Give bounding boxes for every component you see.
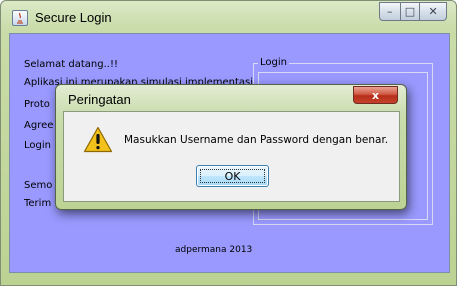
info-line: Proto (24, 99, 50, 110)
warning-icon (83, 126, 113, 153)
close-button[interactable]: ✕ (420, 2, 448, 21)
caption-buttons: – □ ✕ (379, 2, 448, 22)
footer-credit: adpermana 2013 (175, 245, 253, 255)
info-line: Login (24, 140, 51, 151)
dialog-message: Masukkan Username dan Password dengan be… (124, 134, 389, 146)
dialog-close-button[interactable]: x (353, 86, 398, 104)
focus-ring (200, 169, 265, 183)
dialog-title: Peringatan (68, 92, 131, 107)
warning-dialog: Peringatan x Masukkan Username dan Passw… (55, 84, 407, 210)
ok-button[interactable]: OK (196, 165, 269, 187)
info-line: Semo (24, 180, 53, 191)
info-line: Terim (24, 198, 52, 209)
java-app-icon (12, 10, 28, 26)
info-line: Agree (24, 120, 54, 131)
login-panel-legend: Login (258, 57, 289, 68)
title-bar[interactable]: Secure Login – □ ✕ (1, 1, 456, 31)
dialog-body: Masukkan Username dan Password dengan be… (63, 111, 400, 202)
window-title: Secure Login (35, 10, 112, 25)
minimize-button[interactable]: – (379, 2, 401, 21)
maximize-button[interactable]: □ (400, 2, 421, 21)
info-line: Selamat datang..!! (24, 59, 118, 70)
